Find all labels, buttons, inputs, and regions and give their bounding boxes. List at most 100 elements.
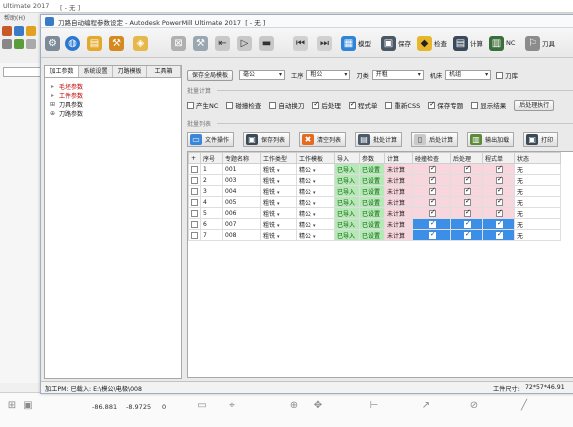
tree-item-workpiece-params[interactable]: ▸ 工件参数 [45, 91, 181, 100]
table-cell-import[interactable]: 已导入 [334, 196, 360, 208]
row-checkbox[interactable] [191, 231, 198, 239]
table-cell-c1[interactable] [412, 207, 451, 219]
calc-button[interactable]: ▤ 计算 [453, 33, 483, 53]
table-cell-no[interactable]: 3 [200, 185, 223, 197]
cell-checkbox[interactable] [464, 208, 471, 217]
host-tool-icon[interactable] [14, 26, 24, 36]
post-process-run-button[interactable]: 后处理执行 [514, 99, 555, 111]
recalc-css-checkbox[interactable] [385, 101, 393, 109]
row-checkbox[interactable] [191, 209, 198, 217]
mode-select[interactable]: 开粗 [371, 70, 424, 80]
table-cell-status[interactable]: 无 [514, 163, 561, 175]
tab-system-settings[interactable]: 系统设置 [79, 66, 113, 77]
table-cell-no[interactable]: 1 [200, 163, 223, 175]
column-header-post[interactable]: 后处理 [450, 152, 483, 164]
arrow-left-icon[interactable]: ⇤ [215, 33, 230, 53]
chevron-down-icon[interactable]: ▾ [313, 201, 316, 207]
table-cell-name[interactable]: 005 [222, 196, 261, 208]
table-cell-c3[interactable] [482, 174, 515, 186]
table-cell-no[interactable]: 6 [200, 218, 223, 230]
measure-icon[interactable]: ⊢ [368, 400, 380, 412]
nc-button[interactable]: ▥ NC [489, 33, 515, 53]
table-cell-import[interactable]: 已导入 [334, 174, 360, 186]
table-cell-param[interactable]: 已设置 [359, 207, 385, 219]
table-cell-type[interactable]: 粗铣 ▾ [260, 229, 297, 241]
chevron-down-icon[interactable]: ▾ [313, 212, 316, 218]
table-cell-template[interactable]: 精公 ▾ [296, 185, 335, 197]
post-process-checkbox[interactable] [312, 100, 320, 109]
grid-snap-icon[interactable]: ⊞ [6, 400, 18, 412]
workplane-icon[interactable]: ⌖ [226, 400, 238, 412]
tool-button[interactable]: ⚐ 刀具 [525, 33, 555, 53]
table-cell-type[interactable]: 粗铣 ▾ [260, 185, 297, 197]
layer-icon[interactable]: ▣ [22, 400, 34, 412]
arrow-icon[interactable]: ↗ [420, 400, 432, 412]
cell-checkbox[interactable] [429, 208, 436, 217]
table-cell-param[interactable]: 已设置 [359, 163, 385, 175]
cell-checkbox[interactable] [464, 175, 471, 184]
first-icon[interactable]: ⏮ [293, 33, 308, 53]
chevron-down-icon[interactable]: ▾ [277, 223, 280, 229]
table-cell-status[interactable]: 无 [514, 218, 561, 230]
table-cell-c3[interactable] [482, 196, 515, 208]
table-cell-c2[interactable] [450, 174, 483, 186]
host-tool-icon[interactable] [2, 26, 12, 36]
table-cell-c3[interactable] [482, 229, 515, 241]
table-row[interactable]: 1001粗铣▾精公▾已导入已设置未计算 无 [188, 163, 561, 175]
table-cell-calc[interactable]: 未计算 [384, 207, 413, 219]
column-header-template[interactable]: 工作模板 [296, 152, 335, 164]
cell-checkbox[interactable] [429, 175, 436, 184]
column-header-calc[interactable]: 计算 [384, 152, 413, 164]
axis-icon[interactable]: ⊕ [288, 400, 300, 412]
cell-checkbox[interactable] [464, 186, 471, 195]
column-header-no[interactable]: 序号 [200, 152, 223, 164]
table-row[interactable]: 3004粗铣▾精公▾已导入已设置未计算 无 [188, 185, 561, 197]
chevron-down-icon[interactable]: ▾ [277, 168, 280, 174]
table-cell-c3[interactable] [482, 218, 515, 230]
tab-toolpath-templates[interactable]: 刀路模板 [113, 66, 147, 77]
table-cell-import[interactable]: 已导入 [334, 218, 360, 230]
clear-list-button[interactable]: ✖ 清空列表 [299, 132, 347, 147]
table-cell-import[interactable]: 已导入 [334, 163, 360, 175]
row-checkbox[interactable] [191, 165, 198, 173]
chevron-down-icon[interactable]: ▾ [277, 190, 280, 196]
chevron-down-icon[interactable]: ▾ [277, 179, 280, 185]
table-cell-status[interactable]: 无 [514, 174, 561, 186]
row-checkbox[interactable] [191, 220, 198, 228]
table-cell-c2[interactable] [450, 218, 483, 230]
cell-checkbox[interactable] [464, 164, 471, 173]
table-cell-calc[interactable]: 未计算 [384, 229, 413, 241]
host-explorer-row[interactable] [0, 81, 45, 90]
table-cell-status[interactable]: 无 [514, 185, 561, 197]
table-cell-param[interactable]: 已设置 [359, 218, 385, 230]
table-cell-type[interactable]: 粗铣 ▾ [260, 218, 297, 230]
table-cell-no[interactable]: 7 [200, 229, 223, 241]
table-cell-name[interactable]: 003 [222, 174, 261, 186]
cell-checkbox[interactable] [464, 197, 471, 206]
table-cell-c3[interactable] [482, 163, 515, 175]
table-cell-c3[interactable] [482, 207, 515, 219]
tab-toolbox[interactable]: 工具箱 [147, 66, 181, 77]
process-select[interactable]: 粗公 [306, 70, 351, 80]
row-checkbox[interactable] [191, 176, 198, 184]
table-cell-calc[interactable]: 未计算 [384, 163, 413, 175]
table-cell-name[interactable]: 006 [222, 207, 261, 219]
last-icon[interactable]: ⏭ [317, 33, 332, 53]
cell-checkbox[interactable] [429, 186, 436, 195]
batch-calc-button[interactable]: ▤ 批处计算 [355, 132, 403, 147]
cell-checkbox[interactable] [496, 186, 503, 195]
row-select-cell[interactable] [188, 185, 201, 197]
chevron-down-icon[interactable]: ▾ [313, 179, 316, 185]
chevron-down-icon[interactable]: ▾ [277, 212, 280, 218]
cell-checkbox[interactable] [496, 164, 503, 173]
tree-item-path-params[interactable]: ⊕ 刀路参数 [45, 109, 181, 118]
column-header-status[interactable]: 状态 [514, 152, 561, 164]
table-cell-c1[interactable] [412, 174, 451, 186]
table-cell-type[interactable]: 粗铣 ▾ [260, 207, 297, 219]
row-checkbox[interactable] [191, 198, 198, 206]
cell-checkbox[interactable] [496, 208, 503, 217]
table-cell-c1[interactable] [412, 163, 451, 175]
row-select-cell[interactable] [188, 218, 201, 230]
chevron-down-icon[interactable]: ▾ [313, 190, 316, 196]
show-result-checkbox[interactable] [471, 101, 479, 109]
